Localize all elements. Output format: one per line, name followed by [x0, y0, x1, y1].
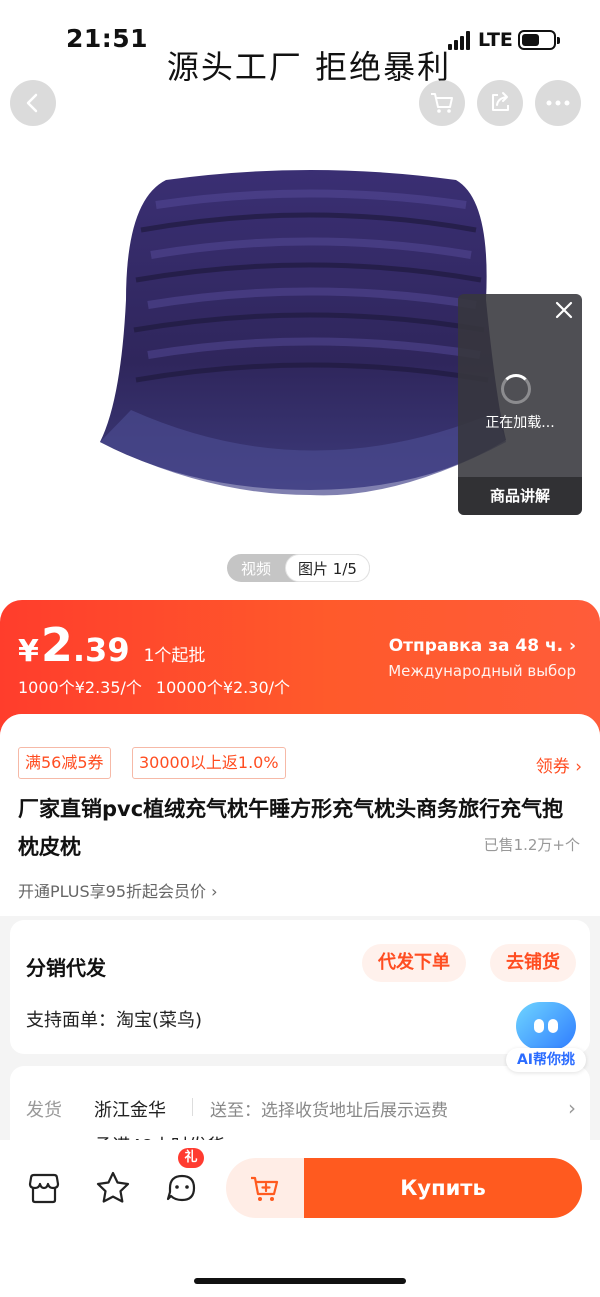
tab-images[interactable]: 图片 1/5: [285, 554, 370, 582]
ai-robot-icon: [516, 1002, 576, 1050]
sold-count: 已售1.2万+个: [483, 836, 580, 854]
store-icon[interactable]: [24, 1168, 64, 1208]
tab-video[interactable]: 视频: [227, 558, 285, 579]
star-icon[interactable]: [93, 1168, 133, 1208]
share-icon: [492, 92, 509, 111]
rebate-tag[interactable]: 30000以上返1.0%: [132, 747, 286, 779]
price-tier: 10000个¥2.30/个: [155, 678, 291, 697]
network-type: LTE: [478, 29, 513, 51]
signal-icon: [448, 30, 472, 50]
loading-text: 正在加载...: [485, 415, 555, 431]
price-decimal: .39: [72, 631, 130, 669]
dropship-order-button[interactable]: 代发下单: [362, 944, 466, 982]
waybill-support: 支持面单：淘宝(菜鸟): [26, 1010, 203, 1031]
add-to-cart-button[interactable]: [226, 1158, 304, 1218]
get-coupon-link[interactable]: 领券 ›: [536, 752, 582, 777]
close-icon[interactable]: [552, 298, 576, 322]
cart-button[interactable]: [419, 80, 465, 126]
add-to-cart-icon: [251, 1176, 279, 1201]
share-button[interactable]: [477, 80, 523, 126]
price-integer: 2: [40, 618, 73, 672]
status-bar: 21:51 LTE: [0, 0, 600, 60]
list-to-store-button[interactable]: 去铺货: [490, 944, 576, 982]
cart-icon: [431, 93, 453, 113]
product-gallery[interactable]: 源头工厂 拒绝暴利 正在加载... 商品讲解 视频 图片 1/5: [0, 0, 600, 600]
price-tiers: 1000个¥2.35/个 10000个¥2.30/个: [18, 674, 290, 698]
plus-membership-link[interactable]: 开通PLUS享95折起会员价 ›: [18, 878, 217, 902]
distribution-card: 分销代发 代发下单 去铺货 支持面单：淘宝(菜鸟): [10, 920, 590, 1054]
back-arrow-icon: [26, 93, 38, 113]
shipping-label: 发货: [26, 1100, 62, 1121]
video-explainer-panel[interactable]: 正在加载... 商品讲解: [458, 294, 582, 515]
video-panel-label[interactable]: 商品讲解: [458, 477, 582, 515]
product-summary: 满56减5券 30000以上返1.0% 领券 › 厂家直销pvc植绒充气枕午睡方…: [0, 714, 600, 916]
status-time: 21:51: [66, 24, 149, 53]
shipping-promise-link[interactable]: Отправка за 48 ч. ›: [389, 636, 576, 656]
price-tier: 1000个¥2.35/个: [18, 678, 142, 697]
gift-badge: 礼: [178, 1148, 204, 1168]
price-currency: ¥: [18, 634, 39, 669]
battery-fill: [522, 34, 539, 46]
ai-assistant-button[interactable]: AI帮你挑: [506, 1002, 586, 1076]
customer-service-icon[interactable]: [162, 1168, 202, 1208]
shipping-origin: 浙江金华: [94, 1100, 166, 1121]
shipping-promise-subtitle: Международный выбор: [388, 662, 576, 680]
buy-button[interactable]: Купить: [304, 1158, 582, 1218]
media-toggle[interactable]: 视频 图片 1/5: [227, 554, 370, 582]
shipping-destination[interactable]: 送至：选择收货地址后展示运费: [210, 1096, 448, 1121]
coupon-tag[interactable]: 满56减5券: [18, 747, 111, 779]
more-button[interactable]: [535, 80, 581, 126]
price: ¥ 2 .39 1个起批: [18, 618, 205, 672]
chevron-right-icon[interactable]: ›: [568, 1096, 576, 1120]
divider: [192, 1098, 193, 1116]
home-indicator[interactable]: [194, 1278, 406, 1284]
loading-spinner-icon: [501, 374, 531, 404]
distribution-title: 分销代发: [26, 956, 106, 980]
more-dots-icon: [546, 100, 570, 106]
purchase-actions: Купить: [226, 1158, 582, 1218]
ai-assistant-label: AI帮你挑: [506, 1048, 586, 1072]
min-order-quantity: 1个起批: [143, 646, 206, 666]
back-button[interactable]: [10, 80, 56, 126]
bottom-action-bar: 礼 Купить: [0, 1140, 600, 1297]
battery-icon: [518, 30, 560, 50]
product-info-sheet: 满56减5券 30000以上返1.0% 领券 › 厂家直销pvc植绒充气枕午睡方…: [0, 714, 600, 1154]
